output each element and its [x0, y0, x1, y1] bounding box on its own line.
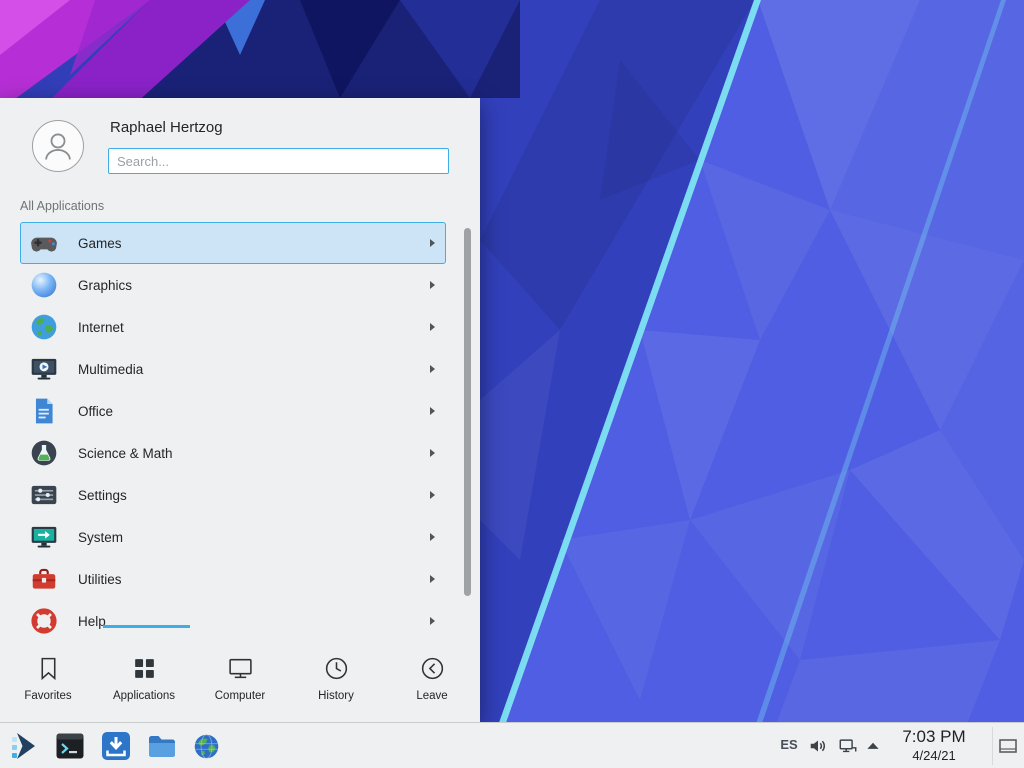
expand-tray-arrow-icon[interactable]	[866, 741, 880, 750]
category-multimedia[interactable]: Multimedia	[20, 348, 446, 390]
submenu-arrow-icon	[430, 533, 435, 541]
submenu-arrow-icon	[430, 323, 435, 331]
active-tab-indicator	[103, 625, 190, 628]
submenu-arrow-icon	[430, 617, 435, 625]
show-desktop-button[interactable]	[992, 727, 1022, 765]
toolbox-icon	[29, 564, 59, 594]
flask-icon	[29, 438, 59, 468]
tab-label: Favorites	[24, 690, 71, 702]
grid-icon	[131, 655, 158, 682]
tab-computer[interactable]: Computer	[192, 635, 288, 722]
submenu-arrow-icon	[430, 281, 435, 289]
bookmark-icon	[35, 655, 62, 682]
user-avatar[interactable]	[32, 120, 84, 172]
submenu-arrow-icon	[430, 449, 435, 457]
category-label: Internet	[78, 320, 124, 335]
terminal-icon[interactable]	[54, 730, 86, 762]
show-desktop-icon	[997, 735, 1019, 757]
category-label: Utilities	[78, 572, 122, 587]
tab-history[interactable]: History	[288, 635, 384, 722]
tab-leave[interactable]: Leave	[384, 635, 480, 722]
category-settings[interactable]: Settings	[20, 474, 446, 516]
category-label: Games	[78, 236, 122, 251]
category-label: Office	[78, 404, 113, 419]
category-games[interactable]: Games	[20, 222, 446, 264]
lifebuoy-icon	[29, 606, 59, 635]
category-graphics[interactable]: Graphics	[20, 264, 446, 306]
launcher-tabbar: Favorites Applications Computer	[0, 635, 480, 722]
monitor-play-icon	[29, 354, 59, 384]
clock-widget[interactable]: 7:03 PM 4/24/21	[890, 726, 978, 764]
category-list: Games Graphics	[0, 222, 480, 635]
tab-label: Leave	[416, 690, 447, 702]
document-icon	[29, 396, 59, 426]
category-label: Science & Math	[78, 446, 173, 461]
gamepad-icon	[29, 228, 59, 258]
submenu-arrow-icon	[430, 239, 435, 247]
category-label: System	[78, 530, 123, 545]
person-icon	[40, 128, 76, 164]
category-system[interactable]: System	[20, 516, 446, 558]
category-help[interactable]: Help	[20, 600, 446, 635]
category-science-math[interactable]: Science & Math	[20, 432, 446, 474]
search-input[interactable]	[108, 148, 449, 174]
section-label: All Applications	[20, 199, 104, 213]
tab-label: Computer	[215, 690, 266, 702]
control-panel-icon	[29, 480, 59, 510]
software-center-icon[interactable]	[100, 730, 132, 762]
file-manager-icon[interactable]	[146, 730, 178, 762]
category-label: Graphics	[78, 278, 132, 293]
category-internet[interactable]: Internet	[20, 306, 446, 348]
globe-icon	[29, 312, 59, 342]
category-office[interactable]: Office	[20, 390, 446, 432]
leave-circle-icon	[419, 655, 446, 682]
volume-icon[interactable]	[808, 736, 828, 756]
web-browser-icon[interactable]	[192, 732, 221, 761]
tab-label: Applications	[113, 690, 175, 702]
tab-favorites[interactable]: Favorites	[0, 635, 96, 722]
clock-date: 4/24/21	[890, 748, 978, 764]
blue-sphere-icon	[29, 270, 59, 300]
clock-icon	[323, 655, 350, 682]
submenu-arrow-icon	[430, 575, 435, 583]
system-monitor-icon	[29, 522, 59, 552]
application-launcher-menu: Raphael Hertzog All Applications Games	[0, 98, 480, 722]
tab-label: History	[318, 690, 354, 702]
submenu-arrow-icon	[430, 491, 435, 499]
tab-applications[interactable]: Applications	[96, 635, 192, 722]
app-launcher-icon[interactable]	[8, 730, 40, 762]
category-label: Help	[78, 614, 106, 629]
taskbar: ES 7:03 PM 4/24/21	[0, 722, 1024, 768]
category-label: Multimedia	[78, 362, 143, 377]
submenu-arrow-icon	[430, 365, 435, 373]
submenu-arrow-icon	[430, 407, 435, 415]
category-label: Settings	[78, 488, 127, 503]
keyboard-layout-indicator[interactable]: ES	[776, 737, 802, 752]
network-icon[interactable]	[838, 736, 858, 756]
list-scrollbar[interactable]	[464, 228, 471, 596]
user-name: Raphael Hertzog	[110, 119, 223, 136]
category-utilities[interactable]: Utilities	[20, 558, 446, 600]
desktop-screen: Raphael Hertzog All Applications Games	[0, 0, 1024, 768]
monitor-icon	[227, 655, 254, 682]
clock-time: 7:03 PM	[890, 726, 978, 748]
